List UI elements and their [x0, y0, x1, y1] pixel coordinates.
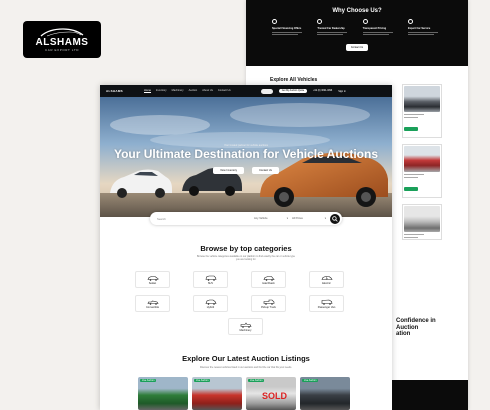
live-auction-badge: Live Auction [248, 379, 265, 382]
signin-link[interactable]: Sign in [338, 90, 346, 93]
price-value: All Prices [292, 217, 303, 220]
latest-listings-subtitle: Discover the newest vehicles listed in o… [200, 366, 292, 369]
category-pickup[interactable]: Pickup Truck [251, 295, 286, 312]
feature-service: Expert Car Service [407, 19, 442, 35]
auction-quote-button[interactable]: Get My Auction Quote [278, 89, 308, 93]
machinery-icon [240, 321, 251, 328]
search-icon [332, 215, 338, 222]
brand-logo: ALSHAMS CAR EXPORT LTD [23, 21, 101, 58]
vehicle-card[interactable] [402, 84, 442, 138]
listing-card[interactable]: Live Auction [192, 377, 242, 410]
bid-button[interactable] [404, 127, 418, 131]
vehicle-card[interactable] [402, 144, 442, 198]
contact-us-button[interactable]: Contact Us [252, 167, 279, 174]
sedan-icon [147, 275, 158, 281]
category-label: Pickup Truck [261, 305, 276, 309]
listing-card[interactable]: Live Auction [300, 377, 350, 410]
nav-about[interactable]: About Us [202, 89, 213, 93]
hero-title: Your Ultimate Destination for Vehicle Au… [113, 147, 379, 161]
vehicle-type-select[interactable]: Any Vehicle ▾ [254, 217, 292, 220]
listing-card[interactable]: Live Auction [138, 377, 188, 410]
category-suv[interactable]: SUV [193, 271, 228, 288]
category-label: Machinery [239, 328, 252, 332]
feature-pricing: Transparent Pricing [362, 19, 397, 35]
van-icon [321, 299, 332, 305]
chevron-down-icon: ▾ [286, 217, 288, 220]
latest-listings-title: Explore Our Latest Auction Listings [182, 354, 310, 363]
categories-title: Browse by top categories [200, 244, 292, 253]
brand-tagline: CAR EXPORT LTD [44, 48, 80, 52]
explore-all-title: Explore All Vehicles [270, 77, 318, 83]
suv-icon [205, 275, 216, 281]
nav-machinery[interactable]: Machinery [172, 89, 184, 93]
search-bar: Search Any Vehicle ▾ All Prices ▾ [150, 212, 342, 225]
category-label: Sedan [148, 281, 157, 285]
listing-card[interactable]: Live Auction SOLD [246, 377, 296, 410]
search-button[interactable] [330, 213, 340, 224]
category-sedan[interactable]: Sedan [135, 271, 170, 288]
category-hybrid[interactable]: Hybrid [193, 295, 228, 312]
hero-section: ALSHAMS Home Inventory Machinery Auction… [100, 85, 392, 217]
top-navbar: ALSHAMS Home Inventory Machinery Auction… [100, 85, 392, 97]
feature-label: Expert Car Service [407, 27, 431, 30]
hybrid-icon [205, 299, 216, 305]
brand-name: ALSHAMS [35, 37, 89, 48]
category-hatchback[interactable]: Hatchback [251, 271, 286, 288]
why-choose-title: Why Choose Us? [332, 8, 382, 14]
feature-dealership: Trusted Car Dealership [317, 19, 351, 35]
why-choose-us-section: Why Choose Us? Special Financing Offers … [246, 0, 468, 66]
nav-inventory[interactable]: Inventory [156, 89, 167, 93]
feature-label: Transparent Pricing [362, 27, 387, 30]
feature-label: Special Financing Offers [272, 27, 302, 30]
convertible-icon [147, 300, 159, 305]
nav-auction[interactable]: Auction [189, 89, 198, 93]
electric-car-icon [321, 275, 333, 280]
category-label: SUV [207, 281, 214, 285]
category-label: Convertible [145, 305, 160, 309]
category-machinery[interactable]: Machinery [228, 318, 263, 335]
feature-icon [362, 19, 368, 24]
live-auction-badge: Live Auction [194, 379, 211, 382]
feature-icon [407, 19, 413, 24]
nav-home[interactable]: Home [144, 89, 151, 93]
vehicle-card-column [402, 84, 466, 246]
category-convertible[interactable]: Convertible [135, 295, 170, 312]
auction-heading: Confidence in Auction ation [396, 318, 466, 338]
search-input[interactable]: Search [157, 217, 254, 221]
footer [386, 380, 468, 410]
heading-line: ation [396, 331, 411, 337]
category-label: Hybrid [206, 305, 215, 309]
phone-number[interactable]: +92 (0) 3094-4096 [313, 90, 332, 92]
feature-icon [272, 19, 277, 24]
vehicle-card[interactable] [402, 204, 442, 240]
vehicle-type-value: Any Vehicle [254, 217, 268, 220]
theme-toggle[interactable] [260, 88, 273, 94]
price-select[interactable]: All Prices ▾ [292, 217, 330, 220]
hatchback-icon [263, 275, 275, 281]
live-auction-badge: Live Auction [140, 379, 157, 382]
bid-button[interactable] [404, 187, 418, 191]
car-silhouette-icon [40, 28, 84, 37]
nav-contact[interactable]: Contact Us [218, 89, 231, 93]
category-label: Hatchback [262, 281, 275, 285]
feature-label: Trusted Car Dealership [317, 27, 345, 30]
view-inventory-button[interactable]: View Inventory [213, 167, 245, 174]
categories-subtitle: Browse the vehicle categories available … [197, 255, 295, 262]
chevron-down-icon: ▾ [324, 217, 326, 220]
category-label: Electric [322, 281, 331, 285]
sold-label: SOLD [262, 391, 288, 401]
nav-logo[interactable]: ALSHAMS [106, 89, 144, 93]
category-label: Passenger Van [317, 305, 336, 309]
why-contact-button[interactable]: Contact Us [345, 44, 369, 51]
feature-financing: Special Financing Offers [272, 19, 306, 35]
category-van[interactable]: Passenger Van [309, 295, 344, 312]
feature-icon [317, 19, 323, 24]
live-auction-badge: Live Auction [302, 379, 319, 382]
category-electric[interactable]: Electric [309, 271, 344, 288]
pickup-truck-icon [263, 299, 274, 305]
main-page-preview: ALSHAMS Home Inventory Machinery Auction… [100, 85, 392, 410]
